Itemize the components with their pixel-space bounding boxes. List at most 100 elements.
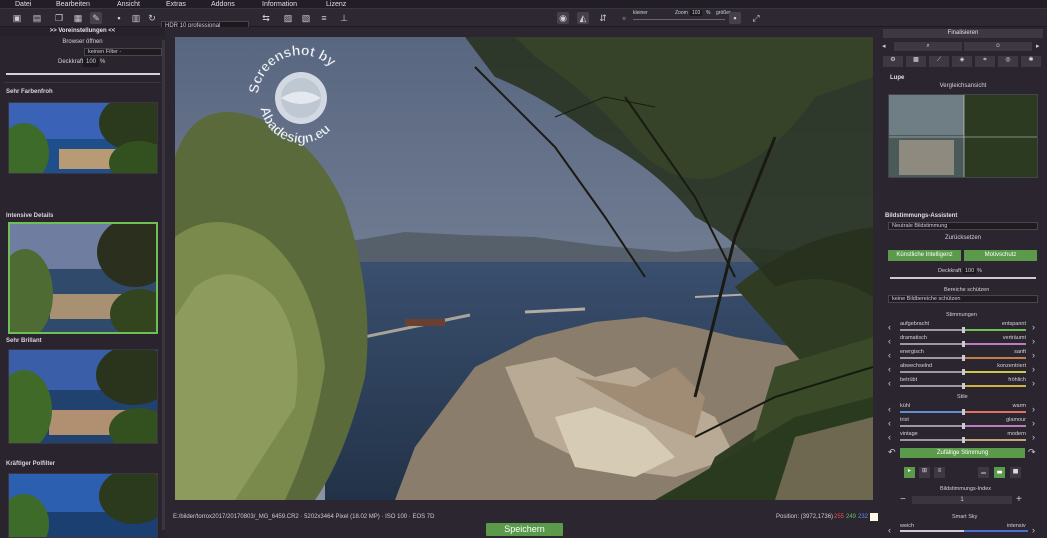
- fullscreen-icon[interactable]: ⤢: [750, 12, 762, 24]
- slider-track-right[interactable]: [963, 329, 1026, 331]
- slider-right-arrow[interactable]: ›: [1032, 433, 1035, 442]
- slider-track-right[interactable]: [963, 343, 1026, 345]
- slider-left-arrow[interactable]: ‹: [888, 379, 891, 388]
- split-icon[interactable]: ⇆: [260, 12, 272, 24]
- tool-wand[interactable]: ⟋: [929, 56, 949, 67]
- slider-track-left[interactable]: [900, 329, 963, 331]
- reset-button[interactable]: Zurücksetzen: [888, 234, 1038, 243]
- save-button[interactable]: Speichern: [486, 523, 563, 536]
- menu-datei[interactable]: Datei: [15, 0, 31, 9]
- slider-track-right[interactable]: [963, 371, 1026, 373]
- slider-knob[interactable]: [962, 327, 965, 333]
- menu-lizenz[interactable]: Lizenz: [326, 0, 346, 9]
- disk-icon[interactable]: ▪: [113, 12, 125, 24]
- slider-knob[interactable]: [962, 341, 965, 347]
- slider-track-right[interactable]: [963, 425, 1026, 427]
- slider-track-left[interactable]: [900, 439, 963, 441]
- slider-knob[interactable]: [962, 355, 965, 361]
- slider-left-arrow[interactable]: ‹: [888, 323, 891, 332]
- vergleich-button[interactable]: Vergleichsansicht: [888, 83, 1038, 91]
- slider-knob[interactable]: [962, 369, 965, 375]
- tool-more[interactable]: ✱: [1021, 56, 1041, 67]
- slider-knob[interactable]: [962, 437, 965, 443]
- sky-right-arrow[interactable]: ›: [1032, 526, 1035, 535]
- refresh-icon[interactable]: ↻: [146, 12, 158, 24]
- browser-button[interactable]: Browser öffnen: [4, 38, 161, 47]
- histogram-icon[interactable]: ⊥: [338, 12, 350, 24]
- mirror-icon[interactable]: ◭: [577, 12, 589, 24]
- plus-button[interactable]: +: [1016, 495, 1022, 505]
- slider-track-left[interactable]: [900, 385, 963, 387]
- tool-filter[interactable]: ◎: [998, 56, 1018, 67]
- slider-track-right[interactable]: [963, 357, 1026, 359]
- bar-low-button[interactable]: ▁: [978, 467, 989, 478]
- bereiche-select[interactable]: keine Bildbereiche schützen: [888, 295, 1038, 303]
- slider-left-arrow[interactable]: ‹: [888, 419, 891, 428]
- deckkraft-slider[interactable]: [6, 73, 160, 75]
- filter-select[interactable]: keinen Filter -: [84, 48, 162, 56]
- tool-color[interactable]: ◈: [952, 56, 972, 67]
- motivschutz-button[interactable]: Motivschutz: [964, 250, 1037, 261]
- zoom-value[interactable]: 103: [690, 10, 703, 16]
- zoom-large-icon[interactable]: ▪: [729, 12, 741, 24]
- menu-extras[interactable]: Extras: [166, 0, 186, 9]
- presets-header[interactable]: >> Voreinstellungen <<: [0, 27, 165, 36]
- preset-thumb-brillant[interactable]: [8, 349, 158, 444]
- arrow-right-icon[interactable]: ▸: [1036, 42, 1040, 51]
- slider-left-arrow[interactable]: ‹: [888, 365, 891, 374]
- slider-right-arrow[interactable]: ›: [1032, 379, 1035, 388]
- slider-knob[interactable]: [962, 423, 965, 429]
- ki-button[interactable]: Künstliche Intelligenz: [888, 250, 961, 261]
- slider-right-arrow[interactable]: ›: [1032, 365, 1035, 374]
- tool-image[interactable]: ▩: [906, 56, 926, 67]
- preset-thumb-polfilter[interactable]: [8, 473, 158, 538]
- slider-track-left[interactable]: [900, 371, 963, 373]
- slider-right-arrow[interactable]: ›: [1032, 337, 1035, 346]
- mood-select[interactable]: Neutrale Bildstimmung: [888, 222, 1038, 230]
- menu-information[interactable]: Information: [262, 0, 297, 9]
- tab-face[interactable]: ☺: [964, 42, 1032, 51]
- slider-left-arrow[interactable]: ‹: [888, 405, 891, 414]
- view-single-button[interactable]: ▸: [904, 467, 915, 478]
- slider-track-left[interactable]: [900, 411, 963, 413]
- tool-crop[interactable]: ⌗: [975, 56, 995, 67]
- slider-left-arrow[interactable]: ‹: [888, 351, 891, 360]
- preset-thumb-farbenfroh[interactable]: [8, 102, 158, 174]
- sky-slider-left[interactable]: [900, 530, 964, 532]
- print-icon[interactable]: ▥: [130, 12, 142, 24]
- slider-knob[interactable]: [962, 409, 965, 415]
- slider-track-right[interactable]: [963, 411, 1026, 413]
- slider-left-arrow[interactable]: ‹: [888, 433, 891, 442]
- brush-icon[interactable]: ✎: [90, 12, 102, 24]
- menu-addons[interactable]: Addons: [211, 0, 235, 9]
- main-photo[interactable]: [175, 37, 873, 500]
- view-list-button[interactable]: ≡: [934, 467, 945, 478]
- minus-button[interactable]: −: [900, 495, 906, 505]
- bar-mid-button[interactable]: ▃: [994, 467, 1005, 478]
- index-value[interactable]: 1: [912, 496, 1012, 504]
- compare-icon[interactable]: ▧: [300, 12, 312, 24]
- zoom-slider[interactable]: [633, 19, 725, 20]
- deckkraft-r-slider[interactable]: [890, 277, 1036, 279]
- menu-ansicht[interactable]: Ansicht: [117, 0, 140, 9]
- slider-track-right[interactable]: [963, 385, 1026, 387]
- batch-icon[interactable]: ▦: [72, 12, 84, 24]
- copy-icon[interactable]: ❐: [53, 12, 65, 24]
- loupe-preview[interactable]: [888, 94, 1038, 178]
- save-icon[interactable]: ▤: [31, 12, 43, 24]
- flip-icon[interactable]: ⇵: [597, 12, 609, 24]
- export-icon[interactable]: ▨: [282, 12, 294, 24]
- slider-left-arrow[interactable]: ‹: [888, 337, 891, 346]
- undo-icon[interactable]: ↶: [888, 448, 896, 457]
- slider-right-arrow[interactable]: ›: [1032, 419, 1035, 428]
- slider-knob[interactable]: [962, 383, 965, 389]
- preset-thumb-details[interactable]: [8, 222, 158, 334]
- tab-lupe[interactable]: ⌕: [894, 42, 962, 51]
- menu-bearbeiten[interactable]: Bearbeiten: [56, 0, 90, 9]
- slider-right-arrow[interactable]: ›: [1032, 323, 1035, 332]
- slider-right-arrow[interactable]: ›: [1032, 405, 1035, 414]
- view-grid-button[interactable]: ⊞: [919, 467, 930, 478]
- slider-track-left[interactable]: [900, 357, 963, 359]
- sky-left-arrow[interactable]: ‹: [888, 526, 891, 535]
- random-mood-button[interactable]: Zufällige Stimmung: [900, 448, 1025, 458]
